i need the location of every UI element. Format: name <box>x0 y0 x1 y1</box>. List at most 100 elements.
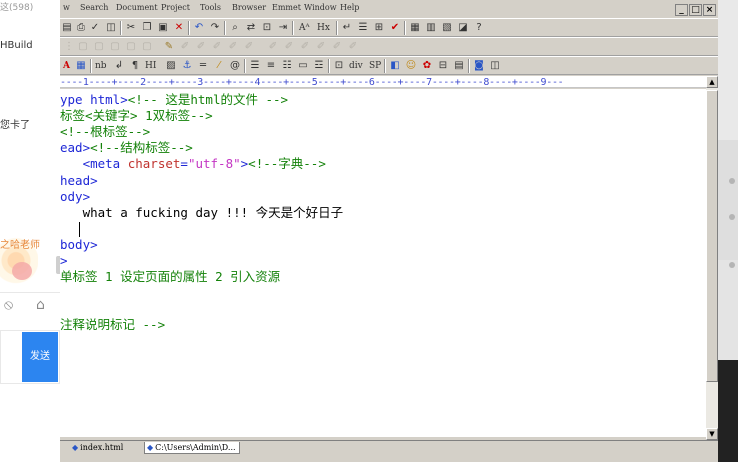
align-right-icon[interactable]: ☷ <box>280 59 294 73</box>
code-line[interactable]: <meta charset="utf-8"><!--字典--> <box>60 156 326 172</box>
redo-icon[interactable]: ↷ <box>208 21 222 35</box>
menu-browser[interactable]: Browser <box>232 3 266 12</box>
heading-button[interactable]: HI <box>144 59 157 73</box>
code-line[interactable]: ead><!--结构标签--> <box>60 140 193 156</box>
table-icon[interactable]: ▦ <box>74 59 88 73</box>
align-center-icon[interactable]: ≡ <box>264 59 278 73</box>
menu-project[interactable]: Project <box>161 3 190 12</box>
form-icon[interactable]: ⊡ <box>332 59 346 73</box>
menu-search[interactable]: Search <box>80 3 108 12</box>
cut-icon[interactable]: ✂ <box>124 21 138 35</box>
code-line[interactable]: <!--根标签--> <box>60 124 150 140</box>
clip-icon[interactable]: ✎ <box>162 40 176 54</box>
save-all-icon[interactable]: ▤ <box>60 21 74 35</box>
file-tab-bar: ◆ index.html ◆ C:\Users\Admin\D... <box>60 440 718 454</box>
code-line[interactable]: what a fucking day !!! 今天是个好日子 <box>60 205 344 221</box>
line-number-icon[interactable]: ☰ <box>356 21 370 35</box>
minimize-button[interactable]: _ <box>675 4 688 16</box>
paragraph-icon[interactable]: ¶ <box>128 59 142 73</box>
hex-view-button[interactable]: Hx <box>316 21 331 35</box>
find-icon[interactable]: ⌕ <box>228 21 242 35</box>
undo-icon[interactable]: ↶ <box>192 21 206 35</box>
code-token: 注释说明标记 --> <box>60 317 166 333</box>
menu-document[interactable]: Document <box>116 3 158 12</box>
menu-help[interactable]: Help <box>340 3 359 12</box>
code-token: = <box>180 156 188 172</box>
brush-icon: ✐ <box>332 41 342 52</box>
menu-emmet[interactable]: Emmet <box>272 3 301 12</box>
scrollbar-thumb[interactable] <box>706 90 718 382</box>
scroll-up-icon[interactable]: ▲ <box>706 76 718 88</box>
color-picker-icon[interactable]: ◧ <box>388 59 402 73</box>
css-icon[interactable]: ⊟ <box>436 59 450 73</box>
close-button[interactable]: × <box>703 4 716 16</box>
code-token: <!--根标签--> <box>60 124 151 140</box>
trash-icon[interactable]: ⌂ <box>36 297 45 313</box>
file-tab-current[interactable]: ◆ C:\Users\Admin\D... <box>144 442 240 454</box>
code-line[interactable]: ype html><!-- 这是html的文件 --> <box>60 92 288 108</box>
code-line[interactable]: > <box>60 253 68 269</box>
code-token: 单标签 1 设定页面的属性 2 引入资源 <box>60 269 281 285</box>
image-icon[interactable]: ▨ <box>164 59 178 73</box>
link-icon[interactable]: ⁄ <box>212 59 226 73</box>
nbsp-button[interactable]: nb <box>94 59 108 73</box>
list-icon[interactable]: ☲ <box>312 59 326 73</box>
align-left-icon[interactable]: ☰ <box>248 59 262 73</box>
editplus-window: w Search Document Project Tools Browser … <box>60 0 718 462</box>
code-line[interactable]: 标签<关键字> 1双标签--> <box>60 108 213 124</box>
code-line[interactable]: 单标签 1 设定页面的属性 2 引入资源 <box>60 269 280 285</box>
span-button[interactable]: SP <box>368 59 382 73</box>
find-next-icon[interactable]: ⊡ <box>260 21 274 35</box>
menu-window[interactable]: Window <box>304 3 337 12</box>
menu-tools[interactable]: Tools <box>200 3 221 12</box>
restore-button[interactable]: □ <box>689 4 702 16</box>
check-icon[interactable]: ✔ <box>388 21 402 35</box>
code-line[interactable]: head> <box>60 173 98 189</box>
char-icon[interactable]: ☺ <box>404 59 418 73</box>
chat-message-preview: 您卡了 <box>0 120 30 131</box>
goto-icon[interactable]: ⇥ <box>276 21 290 35</box>
email-icon[interactable]: @ <box>228 59 242 73</box>
palette-icon[interactable]: ✿ <box>420 59 434 73</box>
code-token: <!-- 这是html的文件 --> <box>127 92 289 107</box>
toggle-pane-icon[interactable]: ◫ <box>488 59 502 73</box>
br-icon[interactable]: ↲ <box>112 59 126 73</box>
scroll-down-icon[interactable]: ▼ <box>706 428 718 440</box>
print-icon[interactable]: ⎙ <box>74 21 88 35</box>
font-icon[interactable]: Aᴬ <box>298 21 311 35</box>
browser-icon[interactable]: ◪ <box>456 21 470 35</box>
send-button[interactable]: 发送 <box>22 332 58 382</box>
hr-icon[interactable]: ═ <box>196 59 210 73</box>
cascade-icon[interactable]: ▥ <box>424 21 438 35</box>
replace-icon[interactable]: ⇄ <box>244 21 258 35</box>
code-line[interactable]: ody> <box>60 189 90 205</box>
code-editor[interactable]: ype html><!-- 这是html的文件 --> 标签<关键字> 1双标签-… <box>60 89 706 437</box>
scroll-dot-icon <box>729 178 735 184</box>
window-list-icon[interactable]: ▧ <box>440 21 454 35</box>
delete-icon[interactable]: ✕ <box>172 21 186 35</box>
background-window-edge <box>718 0 738 462</box>
font-color-icon[interactable]: A <box>62 59 71 73</box>
ruler-toggle-icon[interactable]: ⊞ <box>372 21 386 35</box>
menu-view[interactable]: w <box>63 3 70 12</box>
code-line[interactable]: body> <box>60 237 98 253</box>
word-wrap-icon[interactable]: ↵ <box>340 21 354 35</box>
code-line[interactable]: 注释说明标记 --> <box>60 317 165 333</box>
preview-icon[interactable]: ◫ <box>104 21 118 35</box>
spellcheck-icon[interactable]: ✓ <box>88 21 102 35</box>
brush-icon: ✐ <box>228 41 238 52</box>
tile-window-icon[interactable]: ▦ <box>408 21 422 35</box>
help-icon[interactable]: ? <box>472 21 486 35</box>
file-tab-index[interactable]: ◆ index.html <box>70 442 126 454</box>
paste-icon[interactable]: ▣ <box>156 21 170 35</box>
div-button[interactable]: div <box>348 59 364 73</box>
copy-icon[interactable]: ❐ <box>140 21 154 35</box>
chat-contact-name[interactable]: HBuild <box>0 40 33 51</box>
code-token: body> <box>60 236 98 252</box>
anchor-icon[interactable]: ⚓ <box>180 59 194 73</box>
view-in-browser-icon[interactable]: ◙ <box>472 59 486 73</box>
pre-icon[interactable]: ▭ <box>296 59 310 73</box>
editor-scrollbar[interactable]: ▲ ▼ <box>706 76 718 440</box>
script-icon[interactable]: ▤ <box>452 59 466 73</box>
block-icon[interactable]: ⦸ <box>4 297 13 313</box>
